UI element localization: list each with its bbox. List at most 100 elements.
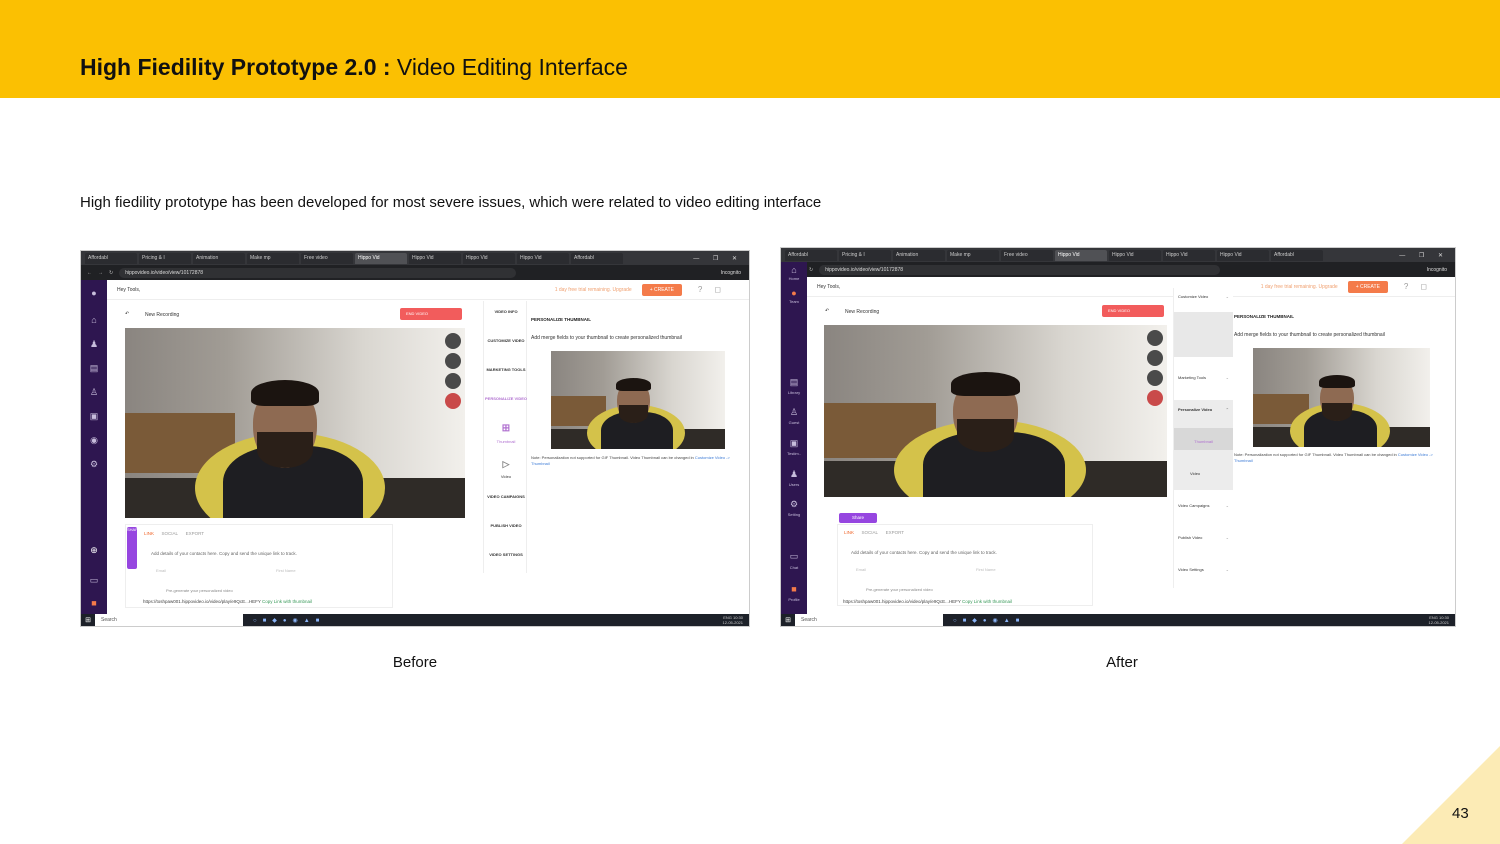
- subnav-video-settings[interactable]: Video Settings ⌄: [1178, 567, 1229, 572]
- browser-tab[interactable]: Hippo Vid: [1109, 249, 1161, 261]
- nav-publish-video[interactable]: PUBLISH VIDEO: [484, 523, 528, 529]
- back-arrow-icon[interactable]: ↶: [125, 311, 129, 317]
- copy-icon[interactable]: [1147, 330, 1163, 346]
- chat-icon[interactable]: ▭: [781, 551, 807, 562]
- nav-video-info[interactable]: VIDEO INFO: [484, 309, 528, 315]
- subnav-customize-video[interactable]: Customize Video ⌄: [1178, 294, 1229, 299]
- tab-link[interactable]: LINK: [844, 530, 854, 535]
- grid-icon[interactable]: ⊞: [484, 423, 528, 435]
- edit-icon[interactable]: [1147, 350, 1163, 366]
- nav-video-settings[interactable]: VIDEO SETTINGS: [484, 552, 528, 558]
- windows-icon[interactable]: ⊞: [781, 616, 795, 624]
- nav-testimonial-label[interactable]: Testim..: [781, 451, 807, 456]
- browser-tab[interactable]: Affordabl: [85, 252, 137, 264]
- tab-social[interactable]: SOCIAL: [862, 530, 879, 535]
- nav-team-label[interactable]: Team: [781, 299, 807, 304]
- browser-tab[interactable]: Affordabl: [571, 252, 623, 264]
- tab-export[interactable]: EXPORT: [886, 530, 904, 535]
- subnav-video[interactable]: Video: [1190, 471, 1229, 476]
- nav-profile-label[interactable]: Profile: [781, 597, 807, 602]
- copy-icon[interactable]: [445, 333, 461, 349]
- share-vertical-tab[interactable]: SHARE: [127, 527, 141, 569]
- video-player[interactable]: [824, 325, 1167, 497]
- share-link-url[interactable]: https://toshpaw001.hippovideo.io/video/p…: [143, 599, 261, 604]
- user-badge-icon[interactable]: ■: [81, 598, 107, 608]
- taskbar-apps-icon[interactable]: ○■◆●◉▲■: [253, 617, 325, 624]
- users-icon[interactable]: ♟: [781, 469, 807, 480]
- subnav-publish-video[interactable]: Publish Video ⌄: [1178, 535, 1229, 540]
- delete-icon[interactable]: [1147, 390, 1163, 406]
- tab-export[interactable]: EXPORT: [186, 531, 204, 536]
- home-icon[interactable]: ⌂: [781, 265, 807, 275]
- trial-notice[interactable]: 1 day free trial remaining. Upgrade: [555, 287, 632, 293]
- pre-generate-link[interactable]: Pre-generate your personalized video: [866, 587, 933, 592]
- edit-icon[interactable]: [445, 353, 461, 369]
- thumbnail-preview[interactable]: [551, 351, 725, 449]
- nav-video-campaigns[interactable]: VIDEO CAMPAIGNS: [484, 494, 528, 500]
- nav-personalize-video[interactable]: PERSONALIZE VIDEO: [484, 396, 528, 402]
- email-field[interactable]: Email: [156, 568, 166, 573]
- first-name-field[interactable]: First Name: [276, 568, 296, 573]
- browser-tab-active[interactable]: Hippo Vid: [355, 252, 407, 264]
- subnav-thumbnail[interactable]: Thumbnail: [1178, 439, 1229, 444]
- subnav-personalize-video[interactable]: Personalize Video ⌃: [1178, 407, 1229, 412]
- copy-link-button[interactable]: Copy Link with thumbnail: [962, 599, 1012, 604]
- browser-tab[interactable]: Hippo Vid: [517, 252, 569, 264]
- video-player[interactable]: [125, 328, 465, 518]
- help-icon[interactable]: ?◻: [1404, 282, 1439, 291]
- trial-notice[interactable]: 1 day free trial remaining. Upgrade: [1261, 284, 1338, 290]
- browser-tab[interactable]: Free video: [1001, 249, 1053, 261]
- url-field[interactable]: hippovideo.io/video/view/10172878: [819, 264, 1220, 275]
- nav-users-label[interactable]: Users: [781, 482, 807, 487]
- end-video-button[interactable]: END VIDEO: [400, 308, 462, 320]
- windows-icon[interactable]: ⊞: [81, 616, 95, 624]
- window-controls[interactable]: — ❐ ✕: [1399, 252, 1455, 259]
- team-icon[interactable]: ♟: [81, 339, 107, 350]
- end-video-button[interactable]: END VIDEO: [1102, 305, 1164, 317]
- back-arrow-icon[interactable]: ↶: [825, 308, 829, 314]
- guest-icon[interactable]: ♙: [781, 407, 807, 418]
- browser-tab[interactable]: Make mp: [947, 249, 999, 261]
- browser-tab[interactable]: Hippo Vid: [1163, 249, 1215, 261]
- forward-icon[interactable]: →: [98, 270, 103, 276]
- library-icon[interactable]: ▤: [781, 377, 807, 388]
- download-icon[interactable]: [445, 373, 461, 389]
- share-button[interactable]: Share: [839, 513, 877, 523]
- chat-icon[interactable]: ▭: [81, 575, 107, 586]
- create-button[interactable]: + CREATE: [641, 283, 682, 296]
- profile-icon[interactable]: ◉: [81, 435, 107, 446]
- email-field[interactable]: Email: [856, 567, 866, 572]
- settings-icon[interactable]: ⚙: [781, 499, 807, 510]
- browser-tab[interactable]: Hippo Vid: [1217, 249, 1269, 261]
- nav-home-label[interactable]: Home: [781, 276, 807, 281]
- users-icon[interactable]: ♙: [81, 387, 107, 398]
- browser-tab[interactable]: Hippo Vid: [463, 252, 515, 264]
- nav-setting-label[interactable]: Setting: [781, 512, 807, 517]
- pre-generate-link[interactable]: Pre-generate your personalized video: [166, 588, 233, 593]
- taskbar-search[interactable]: Search: [795, 614, 943, 626]
- copy-link-button[interactable]: Copy Link with thumbnail: [262, 599, 312, 604]
- settings-icon[interactable]: ⚙: [81, 459, 107, 470]
- browser-tab[interactable]: Animation: [893, 249, 945, 261]
- reload-icon[interactable]: ↻: [109, 270, 113, 276]
- thumbnail-preview[interactable]: [1253, 348, 1430, 447]
- nav-marketing-tools[interactable]: MARKETING TOOLS: [484, 367, 528, 373]
- download-icon[interactable]: [1147, 370, 1163, 386]
- url-field[interactable]: hippovideo.io/video/view/10172878: [119, 267, 517, 278]
- browser-tab[interactable]: Make mp: [247, 252, 299, 264]
- add-icon[interactable]: ⊕: [81, 545, 107, 556]
- nav-guest-label[interactable]: Guest: [781, 420, 807, 425]
- create-button[interactable]: + CREATE: [1347, 280, 1388, 293]
- library-icon[interactable]: ▤: [81, 363, 107, 374]
- nav-video[interactable]: Video: [484, 474, 528, 480]
- first-name-field[interactable]: First Name: [976, 567, 996, 572]
- profile-icon[interactable]: ■: [781, 584, 807, 594]
- testimonial-icon[interactable]: ▣: [781, 438, 807, 449]
- browser-tab[interactable]: Hippo Vid: [409, 252, 461, 264]
- browser-tab-active[interactable]: Hippo Vid: [1055, 249, 1107, 261]
- help-icon[interactable]: ?◻: [698, 285, 733, 294]
- browser-tab[interactable]: Pricing & I: [839, 249, 891, 261]
- browser-tab[interactable]: Pricing & I: [139, 252, 191, 264]
- share-link-url[interactable]: https://toshpaw001.hippovideo.io/video/p…: [843, 599, 961, 604]
- subnav-video-campaigns[interactable]: Video Campaigns ⌄: [1178, 503, 1229, 508]
